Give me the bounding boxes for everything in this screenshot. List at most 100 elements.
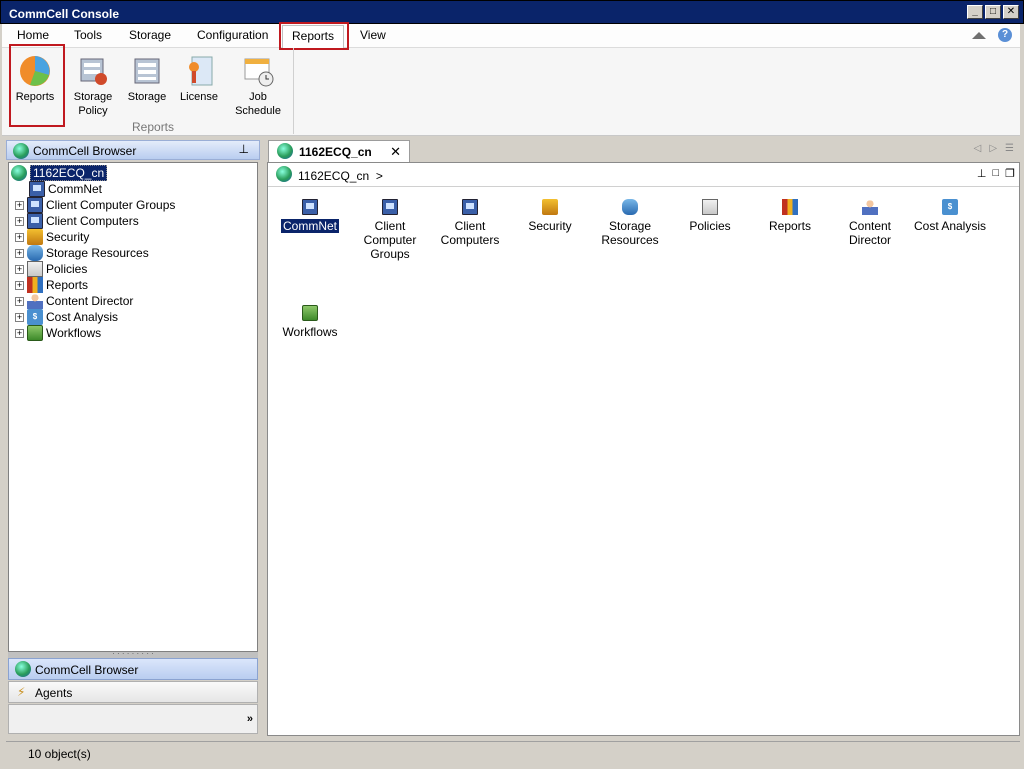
status-text: 10 object(s): [28, 747, 91, 761]
expand-icon[interactable]: +: [15, 248, 24, 258]
tab-view[interactable]: View: [360, 28, 386, 42]
item-label: Resources: [601, 233, 659, 247]
commnet-icon: [29, 181, 45, 197]
tab-left-icon[interactable]: ◁: [974, 143, 982, 154]
maximize-icon[interactable]: □: [992, 167, 999, 180]
tree-item-security[interactable]: + Security: [15, 229, 89, 245]
expand-icon[interactable]: +: [15, 328, 24, 338]
tree-item-storage-resources[interactable]: + Storage Resources: [15, 245, 149, 261]
agents-button[interactable]: ⚡ Agents: [8, 681, 258, 703]
tree-item-cost-analysis[interactable]: + $ Cost Analysis: [15, 309, 118, 325]
status-bar: 10 object(s): [6, 741, 1020, 765]
restore-icon[interactable]: ❐: [1005, 167, 1015, 180]
item-label: Workflows: [282, 325, 338, 339]
expand-icon[interactable]: +: [15, 296, 24, 306]
ribbon-group-separator: [293, 48, 294, 134]
tree-item-reports[interactable]: + Reports: [15, 277, 88, 293]
expand-icon[interactable]: +: [15, 232, 24, 242]
tree-item-client-computer-groups[interactable]: + Client Computer Groups: [15, 197, 175, 213]
breadcrumb: 1162ECQ_cn > ⊥ □ ❐: [268, 163, 1019, 187]
tab-configuration[interactable]: Configuration: [197, 28, 268, 42]
tree-root[interactable]: 1162ECQ_cn: [11, 165, 108, 181]
item-label: Client: [454, 219, 486, 233]
policies-icon: [702, 199, 718, 215]
tree-item-policies[interactable]: + Policies: [15, 261, 87, 277]
cost-analysis-icon: $: [27, 309, 43, 325]
close-tab-icon[interactable]: ✕: [390, 144, 401, 160]
tree-item-label: Client Computers: [46, 214, 139, 228]
item-commnet[interactable]: CommNet: [270, 199, 350, 233]
content-director-icon: [862, 199, 878, 215]
tree-item-label: Reports: [46, 278, 89, 292]
globe-icon: [15, 661, 31, 677]
tree-item-label: CommNet: [48, 182, 103, 196]
item-workflows[interactable]: Workflows: [270, 305, 350, 339]
expand-icon[interactable]: +: [15, 264, 24, 274]
item-client-computer-groups[interactable]: Client Computer Groups: [350, 199, 430, 261]
commcell-tree[interactable]: 1162ECQ_cn CommNet + Client Computer Gro…: [8, 162, 258, 652]
storage-policy-label: Storage Policy: [73, 91, 113, 117]
reports-tab-highlight: [279, 22, 349, 50]
expand-icon[interactable]: +: [15, 216, 24, 226]
content-director-icon: [27, 293, 43, 309]
commcell-browser-button[interactable]: CommCell Browser: [8, 658, 258, 680]
commcell-browser-button-label: CommCell Browser: [35, 663, 139, 677]
license-icon: [182, 54, 216, 88]
item-label: Client: [374, 219, 406, 233]
item-security[interactable]: Security: [510, 199, 590, 233]
item-reports[interactable]: Reports: [750, 199, 830, 233]
storage-policy-button[interactable]: Storage Policy: [66, 54, 120, 118]
expand-icon[interactable]: +: [15, 312, 24, 322]
tab-1162ecq-cn[interactable]: 1162ECQ_cn ✕: [268, 140, 410, 162]
item-label: Computers: [440, 233, 500, 247]
storage-label: Storage: [127, 91, 167, 103]
pin-icon[interactable]: ⊥: [239, 142, 249, 156]
computer-groups-icon: [382, 199, 398, 215]
license-button[interactable]: License: [175, 54, 223, 104]
more-chevron-icon[interactable]: »: [247, 713, 253, 725]
tree-item-commnet[interactable]: CommNet: [29, 181, 102, 197]
globe-icon: [13, 143, 29, 159]
security-icon: [27, 229, 43, 245]
tab-right-icon[interactable]: ▷: [989, 143, 997, 154]
workflows-icon: [27, 325, 43, 341]
help-icon[interactable]: ?: [998, 28, 1012, 42]
tab-title: 1162ECQ_cn: [299, 145, 372, 159]
ribbon-tabs: Home Tools Storage Configuration Reports…: [2, 22, 1020, 50]
breadcrumb-text[interactable]: 1162ECQ_cn >: [298, 169, 383, 183]
tab-storage[interactable]: Storage: [129, 28, 171, 42]
item-content-director[interactable]: Content Director: [830, 199, 910, 247]
pin-icon[interactable]: ⊥: [977, 167, 987, 180]
item-storage-resources[interactable]: Storage Resources: [590, 199, 670, 247]
item-policies[interactable]: Policies: [670, 199, 750, 233]
storage-icon: [130, 54, 164, 88]
tab-list-icon[interactable]: ☰: [1005, 143, 1014, 154]
storage-button[interactable]: Storage: [123, 54, 171, 104]
tree-item-workflows[interactable]: + Workflows: [15, 325, 101, 341]
tab-tools[interactable]: Tools: [74, 28, 102, 42]
tree-item-label: Policies: [46, 262, 88, 276]
job-schedule-button[interactable]: Job Schedule: [230, 54, 286, 118]
tree-item-client-computers[interactable]: + Client Computers: [15, 213, 139, 229]
maximize-button[interactable]: □: [985, 5, 1001, 19]
minimize-button[interactable]: _: [967, 5, 983, 19]
tree-root-label[interactable]: 1162ECQ_cn: [30, 165, 108, 181]
computer-icon: [27, 213, 43, 229]
item-cost-analysis[interactable]: $ Cost Analysis: [910, 199, 990, 233]
job-schedule-label: Job Schedule: [235, 91, 281, 117]
commnet-icon: [302, 199, 318, 215]
expand-icon[interactable]: +: [15, 200, 24, 210]
tree-item-content-director[interactable]: + Content Director: [15, 293, 133, 309]
title-bar: CommCell Console _ □ ✕: [0, 0, 1024, 24]
computer-icon: [462, 199, 478, 215]
globe-icon: [277, 143, 293, 159]
ribbon-group-label: Reports: [132, 120, 175, 134]
commcell-browser-panel: CommCell Browser ⊥ 1162ECQ_cn CommNet + …: [6, 140, 260, 738]
tab-home[interactable]: Home: [17, 28, 49, 42]
close-button[interactable]: ✕: [1003, 5, 1019, 19]
expand-icon[interactable]: +: [15, 280, 24, 290]
item-label: Storage: [608, 219, 652, 233]
content-area: 1162ECQ_cn > ⊥ □ ❐ CommNet Client Comput…: [267, 162, 1020, 736]
item-client-computers[interactable]: Client Computers: [430, 199, 510, 247]
collapse-ribbon-icon[interactable]: [972, 31, 986, 39]
